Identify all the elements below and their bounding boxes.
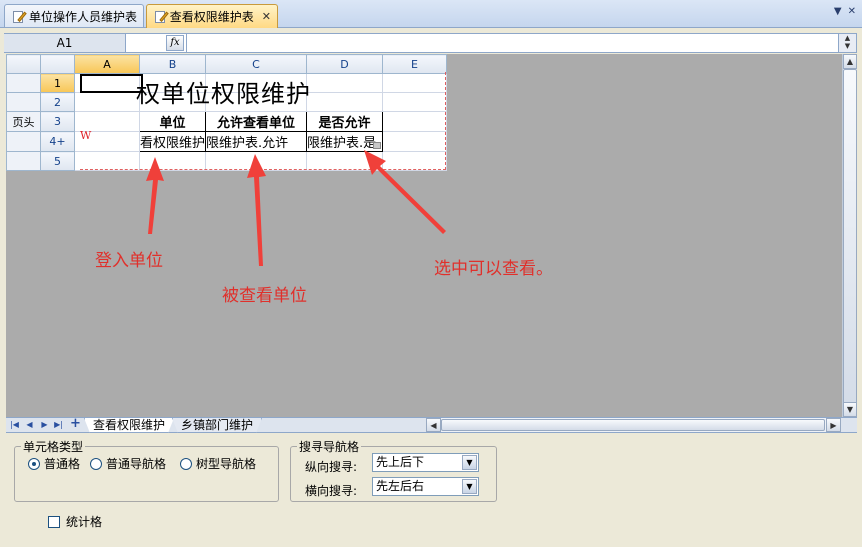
checkbox-label: 统计格 [66, 515, 103, 529]
radio-label: 普通格 [44, 457, 81, 471]
cell-type-legend: 单元格类型 [23, 440, 84, 454]
annotation-login-unit: 登入单位 [95, 251, 163, 271]
tab-unit-operator-maintenance[interactable]: 单位操作人员维护表 [4, 4, 144, 27]
select-value: 先左后右 [376, 479, 425, 493]
edit-document-icon [13, 10, 27, 23]
close-document-icon[interactable]: ✕ [848, 6, 856, 17]
sheet-tab-township-department[interactable]: 乡镇部门维护 [172, 418, 262, 433]
annotation-viewed-unit: 被查看单位 [222, 286, 307, 306]
search-nav-legend: 搜寻导航格 [299, 440, 360, 454]
arrow-viewed-unit [247, 154, 266, 266]
arrow-selectable [364, 150, 446, 234]
prev-sheet-icon[interactable]: ◀ [24, 419, 35, 431]
radio-label: 普通导航格 [106, 457, 167, 471]
tab-label: 单位操作人员维护表 [28, 9, 137, 24]
select-value: 先上后下 [376, 455, 425, 469]
radio-normal-nav-cell[interactable]: 普通导航格 [90, 455, 166, 472]
dropdown-arrow-icon[interactable]: ▼ [462, 455, 477, 470]
vertical-search-label: 纵向搜寻: [305, 460, 358, 474]
first-sheet-icon[interactable]: |◀ [9, 419, 20, 431]
formula-separator [186, 34, 187, 52]
scroll-up-icon[interactable]: ▲ [843, 54, 857, 69]
radio-icon [90, 457, 102, 470]
radio-normal-cell[interactable]: 普通格 [28, 455, 80, 472]
annotation-arrows [146, 150, 446, 266]
scroll-down-icon[interactable]: ▼ [843, 402, 857, 417]
close-tab-icon[interactable]: ✕ [262, 10, 271, 23]
edit-document-icon [155, 10, 169, 23]
horizontal-search-label: 横向搜寻: [305, 484, 358, 498]
vertical-scroll-thumb[interactable] [843, 69, 857, 407]
checkbox-icon [48, 515, 60, 528]
sheet-tab-view-permission[interactable]: 查看权限维护 [84, 418, 174, 433]
formula-input[interactable] [188, 35, 836, 51]
vertical-search-select[interactable]: 先上后下 ▼ [372, 453, 479, 472]
last-sheet-icon[interactable]: ▶| [53, 419, 64, 431]
horizontal-scroll-thumb[interactable] [441, 419, 825, 431]
tab-label: 查看权限维护表 [169, 10, 254, 24]
next-sheet-icon[interactable]: ▶ [39, 419, 50, 431]
stat-cell-checkbox[interactable]: 统计格 [48, 513, 102, 530]
scroll-right-icon[interactable]: ▶ [826, 418, 841, 432]
spreadsheet-area[interactable]: A B C D E 1 2 页头 3 单位 允许查看单位 是否允许 4+ 看权限… [6, 54, 842, 417]
cell-reference-box[interactable]: A1 [4, 34, 126, 52]
scroll-left-icon[interactable]: ◀ [426, 418, 441, 432]
dropdown-arrow-icon[interactable]: ▼ [462, 479, 477, 494]
annotation-selectable: 选中可以查看。 [434, 259, 553, 279]
radio-label: 树型导航格 [196, 457, 257, 471]
horizontal-search-select[interactable]: 先左后右 ▼ [372, 477, 479, 496]
radio-selected-icon [28, 457, 40, 470]
radio-tree-nav-cell[interactable]: 树型导航格 [180, 455, 256, 472]
radio-icon [180, 457, 192, 470]
add-sheet-icon[interactable]: + [70, 417, 81, 430]
tab-list-dropdown-icon[interactable]: ▼ [834, 6, 842, 17]
tab-view-permission-maintenance[interactable]: 查看权限维护表 ✕ [146, 4, 278, 28]
window-controls: ▼ ✕ [834, 6, 856, 17]
function-icon[interactable]: fx [166, 35, 184, 51]
arrow-login-unit [146, 157, 164, 234]
vertical-scrollbar[interactable]: ▲ ▼ [842, 54, 857, 417]
formula-expand-icon[interactable]: ▲ ▼ [838, 34, 856, 52]
